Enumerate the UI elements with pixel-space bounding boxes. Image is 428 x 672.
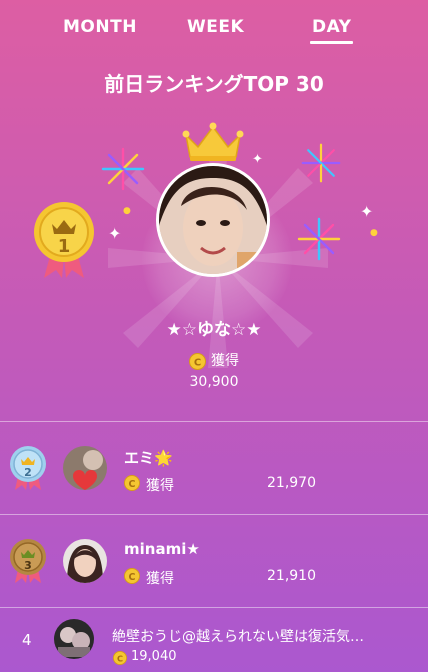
rank-number: 4 (22, 631, 32, 649)
firework-icon (101, 147, 145, 191)
top-user-points: 30,900 (189, 374, 239, 390)
earn-row: C 獲得 (0, 350, 428, 370)
gold-medal-icon: 1 (34, 202, 94, 278)
top-user-name[interactable]: ★☆ゆな☆★ (0, 315, 428, 340)
coin-icon: C (189, 352, 206, 370)
firework-icon (301, 143, 341, 183)
user-name[interactable]: エミ🌟 (124, 447, 173, 468)
sparkle-icon: ● (123, 206, 131, 216)
earn-label: 獲得 (211, 353, 239, 369)
sparkle-icon: ✦ (360, 202, 374, 221)
svg-text:C: C (129, 479, 136, 490)
user-points: 19,040 (131, 649, 177, 664)
ranking-row[interactable]: 2 エミ🌟 C 獲得 21,970 (0, 422, 428, 514)
tab-month[interactable]: MONTH (63, 17, 137, 37)
ranking-row[interactable]: 4 絶壁おうじ@越えられない壁は復活気… C 19,040 (0, 608, 428, 672)
rank-number: 3 (24, 559, 32, 572)
svg-text:C: C (194, 357, 201, 368)
user-points: 21,910 (267, 568, 316, 584)
earn-label: 獲得 (146, 571, 174, 587)
tab-week[interactable]: WEEK (187, 17, 244, 37)
earn-label: 獲得 (146, 478, 174, 494)
user-name[interactable]: 絶壁おうじ@越えられない壁は復活気… (112, 626, 418, 646)
top-rank-hero: ✦ ✦ ✦ ● ● 1 ★☆ゆな☆★ C 獲得 30,900 (0, 110, 428, 410)
svg-text:C: C (129, 572, 136, 583)
sparkle-icon: ✦ (108, 224, 122, 243)
bronze-medal-icon: 3 (10, 539, 46, 583)
sparkle-icon: ✦ (252, 152, 263, 167)
user-avatar[interactable] (63, 446, 107, 490)
tab-day[interactable]: DAY (312, 17, 351, 37)
svg-text:C: C (117, 653, 123, 663)
silver-medal-icon: 2 (10, 446, 46, 490)
coin-icon: C (124, 475, 140, 491)
user-points: 21,970 (267, 475, 316, 491)
user-name[interactable]: minami★ (124, 540, 200, 558)
rank-number: 1 (58, 236, 71, 257)
sparkle-icon: ● (370, 228, 378, 238)
ranking-row[interactable]: 3 minami★ C 獲得 21,910 (0, 515, 428, 607)
period-tabs: MONTH WEEK DAY (0, 0, 428, 50)
user-avatar[interactable] (54, 619, 94, 659)
user-avatar[interactable] (63, 539, 107, 583)
coin-icon: C (124, 568, 140, 584)
rank-number: 2 (24, 466, 32, 479)
coin-icon: C (113, 651, 127, 665)
crown-icon (182, 122, 244, 161)
page-title: 前日ランキングTOP 30 (104, 72, 324, 96)
active-tab-indicator (310, 41, 353, 44)
firework-icon (297, 217, 341, 261)
top-user-avatar[interactable] (156, 163, 270, 277)
